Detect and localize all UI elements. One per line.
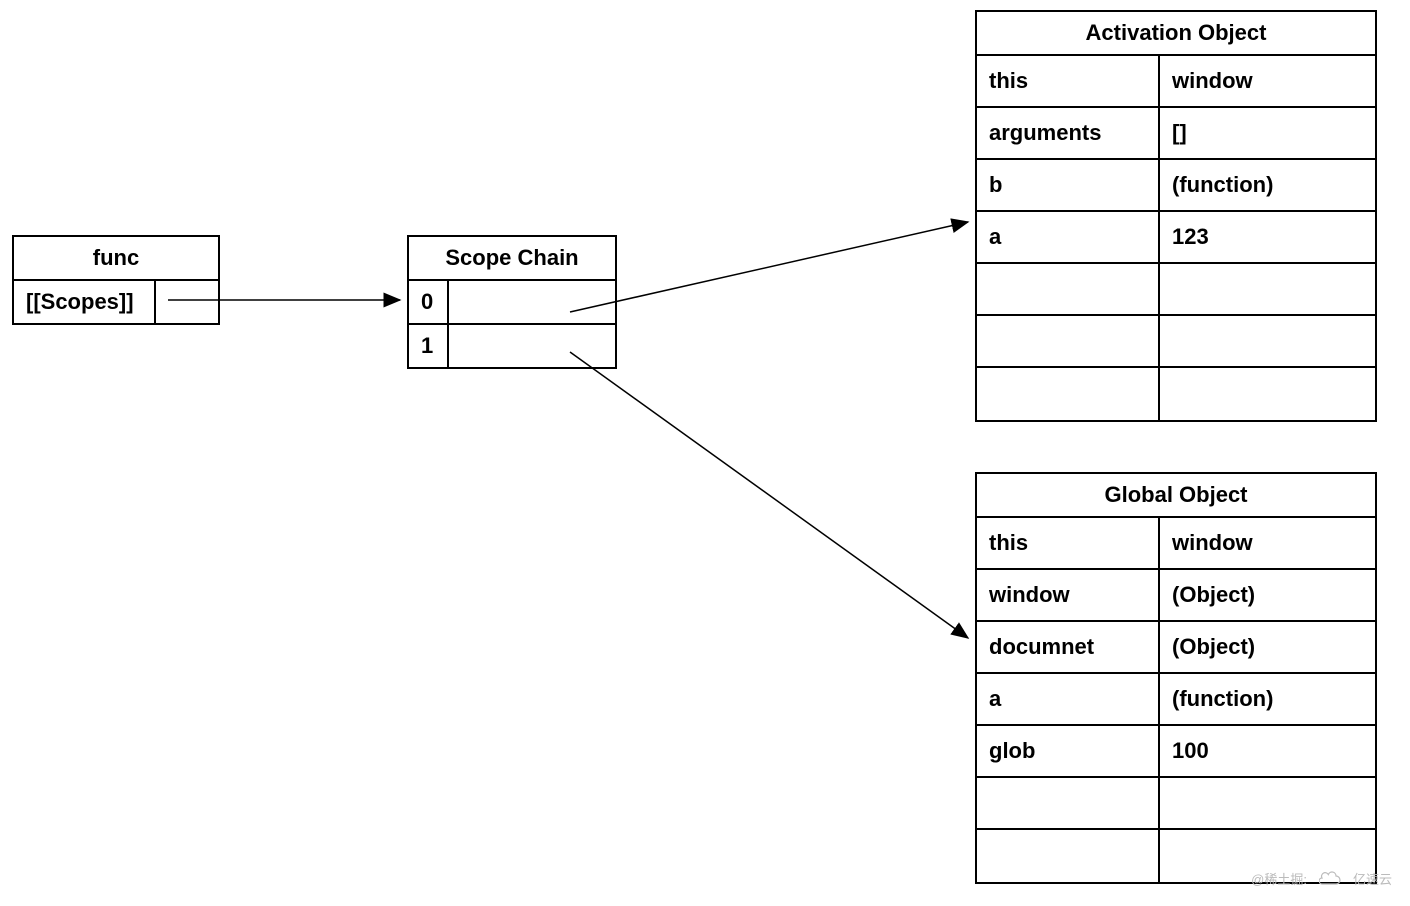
scope-chain-index: 1 [409, 325, 449, 367]
scope-chain-row: 1 [409, 325, 615, 367]
ao-key: arguments [977, 108, 1160, 158]
go-key: a [977, 674, 1160, 724]
go-key: glob [977, 726, 1160, 776]
ao-row: a 123 [977, 212, 1375, 264]
scope-chain-title: Scope Chain [409, 237, 615, 281]
watermark: @稀土掘: 亿速云 [1251, 869, 1392, 888]
ao-key [977, 316, 1160, 366]
go-row [977, 778, 1375, 830]
ao-row: b (function) [977, 160, 1375, 212]
watermark-source: @稀土掘: [1251, 869, 1307, 888]
go-row: this window [977, 518, 1375, 570]
arrow-scope0-to-ao [570, 222, 968, 312]
func-prop-row: [[Scopes]] [14, 281, 218, 323]
arrow-scope1-to-go [570, 352, 968, 638]
scope-chain-box: Scope Chain 0 1 [407, 235, 617, 369]
ao-row [977, 264, 1375, 316]
go-key: documnet [977, 622, 1160, 672]
global-object-title: Global Object [977, 474, 1375, 518]
ao-value [1160, 316, 1375, 366]
go-value: window [1160, 518, 1375, 568]
go-value: (Object) [1160, 622, 1375, 672]
ao-key: this [977, 56, 1160, 106]
ao-row: arguments [] [977, 108, 1375, 160]
func-box: func [[Scopes]] [12, 235, 220, 325]
activation-object-title: Activation Object [977, 12, 1375, 56]
cloud-icon [1319, 869, 1341, 888]
scope-chain-value [449, 281, 615, 323]
go-value: 100 [1160, 726, 1375, 776]
global-object-box: Global Object this window window (Object… [975, 472, 1377, 884]
ao-value: (function) [1160, 160, 1375, 210]
go-value: (Object) [1160, 570, 1375, 620]
scope-chain-value [449, 325, 615, 367]
ao-value: [] [1160, 108, 1375, 158]
go-value [1160, 778, 1375, 828]
go-key: this [977, 518, 1160, 568]
scope-chain-row: 0 [409, 281, 615, 325]
go-row: glob 100 [977, 726, 1375, 778]
ao-row: this window [977, 56, 1375, 108]
go-key [977, 778, 1160, 828]
func-prop-val [156, 281, 218, 323]
ao-key: a [977, 212, 1160, 262]
go-row: a (function) [977, 674, 1375, 726]
ao-value: window [1160, 56, 1375, 106]
go-key [977, 830, 1160, 882]
go-value: (function) [1160, 674, 1375, 724]
func-title: func [14, 237, 218, 281]
go-key: window [977, 570, 1160, 620]
ao-key: b [977, 160, 1160, 210]
go-row: window (Object) [977, 570, 1375, 622]
ao-key [977, 368, 1160, 420]
watermark-brand: 亿速云 [1353, 869, 1392, 888]
ao-row [977, 368, 1375, 420]
scope-chain-index: 0 [409, 281, 449, 323]
ao-value [1160, 368, 1375, 420]
ao-row [977, 316, 1375, 368]
ao-value: 123 [1160, 212, 1375, 262]
go-row: documnet (Object) [977, 622, 1375, 674]
activation-object-box: Activation Object this window arguments … [975, 10, 1377, 422]
ao-key [977, 264, 1160, 314]
ao-value [1160, 264, 1375, 314]
func-prop-key: [[Scopes]] [14, 281, 156, 323]
